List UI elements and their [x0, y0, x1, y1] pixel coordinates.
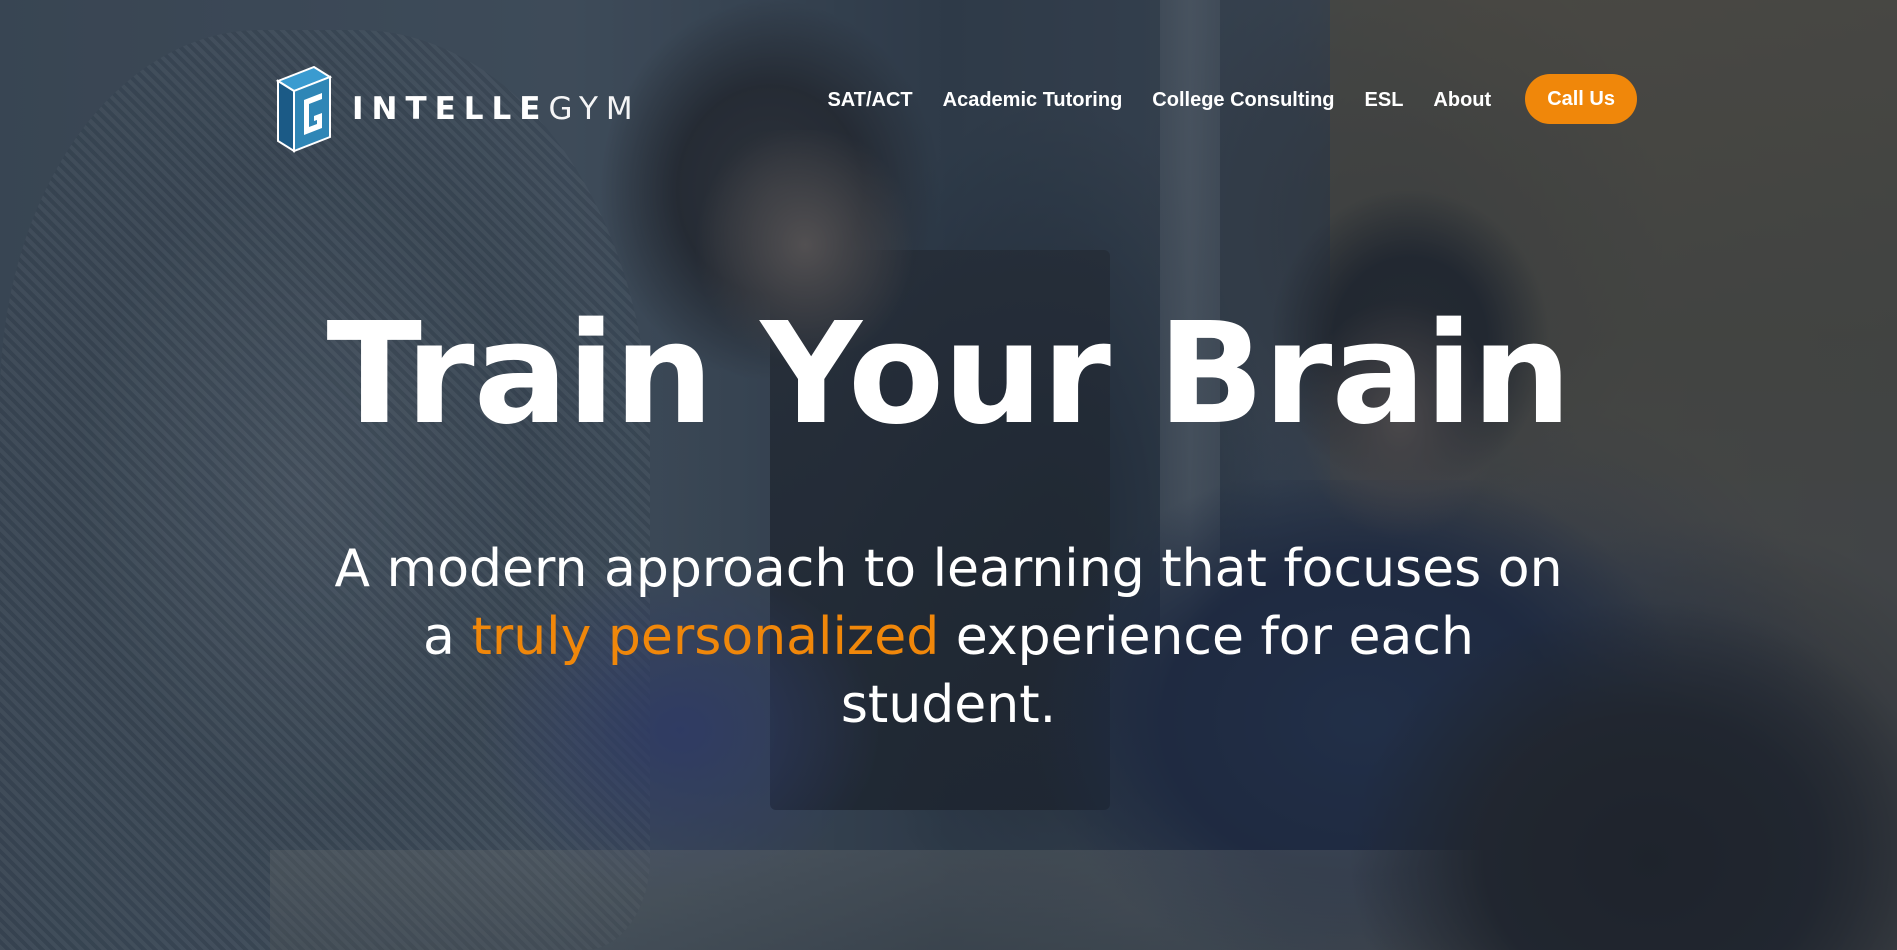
subhead-line-2-suffix: experience for each — [939, 607, 1474, 667]
intellegym-cube-logo-icon — [275, 65, 333, 153]
hero-subheadline: A modern approach to learning that focus… — [0, 535, 1897, 739]
site-logo-wordmark: INTELLEGYM — [352, 91, 641, 127]
site-logo-link[interactable]: INTELLEGYM — [270, 63, 641, 155]
subhead-highlight: truly personalized — [471, 607, 940, 667]
nav-link-esl[interactable]: ESL — [1365, 89, 1404, 112]
main-nav: SAT/ACT Academic Tutoring College Consul… — [797, 74, 1637, 124]
logo-wordmark-bold: INTELLE — [352, 91, 549, 127]
nav-link-college-consulting[interactable]: College Consulting — [1152, 89, 1334, 112]
subhead-line-2: a truly personalized experience for each — [0, 603, 1897, 671]
nav-link-about[interactable]: About — [1433, 89, 1491, 112]
nav-link-academic-tutoring[interactable]: Academic Tutoring — [943, 89, 1123, 112]
nav-link-sat-act[interactable]: SAT/ACT — [827, 89, 912, 112]
subhead-line-3: student. — [840, 675, 1057, 735]
subhead-line-2-prefix: a — [423, 607, 472, 667]
call-us-button[interactable]: Call Us — [1525, 74, 1637, 124]
subhead-line-1: A modern approach to learning that focus… — [334, 539, 1563, 599]
hero-headline: Train Your Brain — [326, 293, 1571, 456]
logo-wordmark-light: GYM — [548, 91, 641, 127]
site-header: INTELLEGYM SAT/ACT Academic Tutoring Col… — [0, 0, 1897, 200]
